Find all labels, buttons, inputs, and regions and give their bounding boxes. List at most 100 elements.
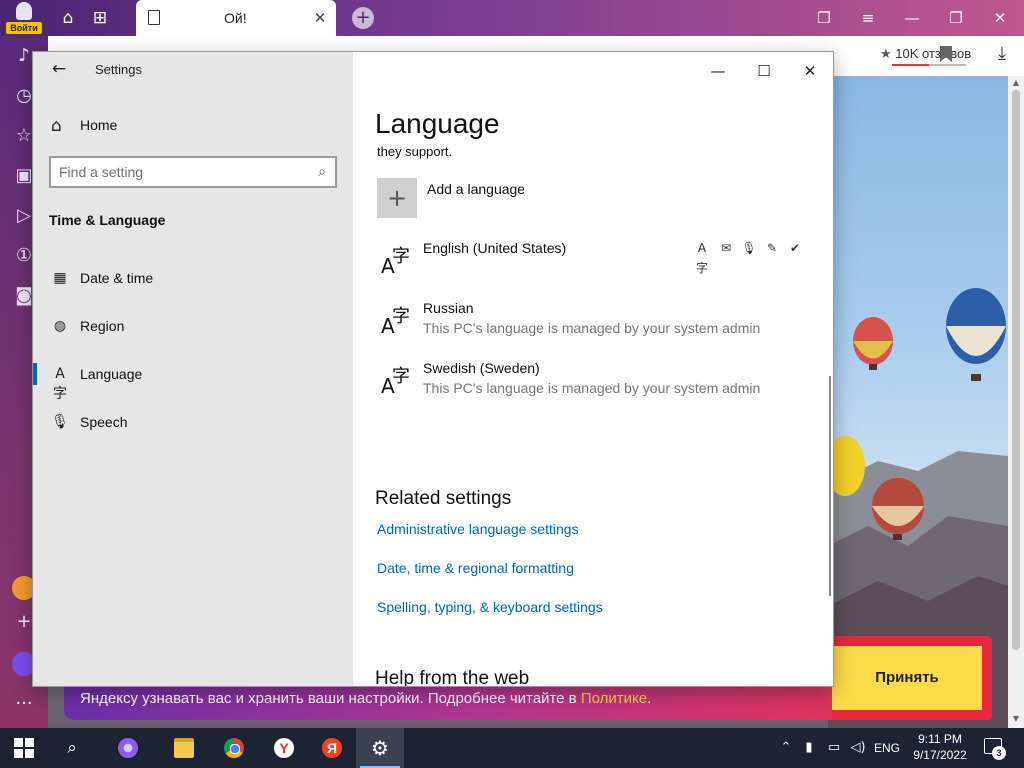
admin-language-settings-link[interactable]: Administrative language settings (377, 521, 579, 537)
language-feature-icons: A字 ✉ 🎙 ✎ ✔ (693, 238, 805, 275)
taskbar-search-button[interactable]: ⌕ (48, 728, 96, 768)
close-icon[interactable]: ✕ (787, 56, 833, 86)
clock-date: 9/17/2022 (913, 748, 967, 762)
action-center-button[interactable]: 3 (980, 736, 1008, 760)
handwriting-icon: ✎ (766, 241, 778, 255)
chrome-icon (224, 738, 244, 758)
minimize-icon[interactable]: — (900, 6, 924, 30)
cookie-consent-banner: Яндексу узнавать вас и хранить ваши наст… (64, 684, 832, 720)
tray-overflow-chevron-icon[interactable]: ⌃ (778, 738, 794, 758)
taskbar-alice[interactable] (104, 728, 152, 768)
taskbar-yandex[interactable]: Я (308, 728, 356, 768)
cookie-consent-text: Яндексу узнавать вас и хранить ваши наст… (80, 690, 651, 707)
settings-search-box[interactable]: ⌕ (49, 156, 337, 188)
tray-volume-icon[interactable]: ◁) (850, 738, 866, 758)
language-note: This PC's language is managed by your sy… (423, 380, 761, 396)
keyboard-settings-link[interactable]: Spelling, typing, & keyboard settings (377, 599, 603, 615)
language-glyph-icon: A字 (381, 306, 410, 338)
yandex-browser-icon: Y (274, 738, 294, 758)
nav-home[interactable]: ⌂ Home (47, 114, 337, 138)
related-settings-title: Related settings (375, 488, 512, 509)
document-icon (148, 10, 160, 25)
taskbar-yandex-browser[interactable]: Y (260, 728, 308, 768)
menu-icon[interactable]: ≡ (856, 6, 880, 30)
taskbar-settings[interactable]: ⚙ (356, 728, 404, 768)
gear-icon: ⚙ (371, 736, 389, 760)
nav-item-label: Speech (80, 414, 128, 430)
language-name: Swedish (Sweden) (423, 360, 540, 376)
taskbar-clock[interactable]: 9:11 PM 9/17/2022 (908, 731, 972, 765)
search-icon: ⌕ (67, 738, 77, 758)
taskbar-chrome[interactable] (210, 728, 258, 768)
add-language-button[interactable]: + Add a language (377, 178, 677, 218)
taskbar-file-explorer[interactable] (160, 728, 208, 768)
nav-item-language[interactable]: A字 Language (33, 354, 353, 402)
close-browser-icon[interactable]: ✕ (988, 6, 1012, 30)
back-arrow-icon[interactable]: ← (47, 58, 71, 80)
add-tab-group-icon[interactable]: ⊞ (88, 6, 112, 30)
restore-icon[interactable]: ❐ (944, 6, 968, 30)
text-to-speech-icon: ✉ (720, 241, 732, 255)
close-tab-icon[interactable]: ✕ (310, 6, 330, 30)
nav-item-region[interactable]: ◍ Region (33, 306, 353, 346)
help-from-web-title: Help from the web (375, 668, 530, 686)
language-icon: A字 (53, 366, 67, 402)
plus-icon: + (377, 178, 417, 218)
accept-cookies-button[interactable]: Принять (832, 646, 982, 710)
language-name: English (United States) (423, 240, 567, 256)
scroll-up-icon[interactable]: ▲ (1008, 76, 1024, 90)
home-icon: ⌂ (51, 116, 62, 136)
calendar-clock-icon: ▦ (53, 270, 67, 286)
page-scrollbar[interactable]: ▲ ▼ (1008, 76, 1024, 728)
start-button[interactable] (0, 728, 48, 768)
search-input[interactable] (59, 162, 299, 182)
content-scrollbar[interactable] (829, 376, 831, 596)
settings-nav-pane: ← Settings ⌂ Home ⌕ Time & Language ▦ Da… (33, 52, 353, 686)
windows-logo-icon (14, 738, 34, 758)
display-language-icon: A字 (695, 241, 708, 275)
nav-item-label: Date & time (80, 270, 154, 286)
tray-microphone-icon[interactable]: ▮ (802, 738, 816, 758)
policy-link[interactable]: Политике (581, 690, 647, 707)
language-item-russian[interactable]: A字 Russian This PC's language is managed… (377, 298, 807, 352)
download-icon[interactable]: ⤓ (990, 42, 1014, 66)
home-tab-icon[interactable]: ⌂ (56, 6, 80, 30)
language-item-swedish[interactable]: A字 Swedish (Sweden) This PC's language i… (377, 358, 807, 412)
support-text: they support. (377, 144, 453, 159)
nav-item-date-time[interactable]: ▦ Date & time (33, 258, 353, 298)
language-name: Russian (423, 300, 474, 316)
spellcheck-icon: ✔ (789, 241, 801, 255)
notification-count: 3 (992, 746, 1006, 760)
reviews-badge[interactable]: ★ 10K отзывов (880, 46, 971, 68)
language-glyph-icon: A字 (381, 246, 410, 278)
nav-item-speech[interactable]: 🎙 Speech (33, 402, 353, 442)
input-language-indicator[interactable]: ENG (872, 738, 902, 758)
add-language-label: Add a language (427, 181, 526, 197)
scroll-thumb[interactable] (1012, 90, 1020, 650)
search-icon[interactable]: ⌕ (313, 162, 331, 182)
language-note: This PC's language is managed by your sy… (423, 320, 761, 336)
globe-icon: ◍ (53, 318, 67, 334)
language-glyph-icon: A字 (381, 366, 410, 398)
microphone-icon: 🎙 (51, 414, 69, 430)
browser-tab-active[interactable]: Ой! ✕ (136, 0, 336, 36)
browser-tab-bar: Войти ⌂ ⊞ Ой! ✕ + ❐ ≡ — ❐ ✕ (0, 0, 1024, 36)
more-icon[interactable]: ··· (12, 692, 36, 716)
collections-icon[interactable]: ❐ (812, 6, 836, 30)
tray-network-icon[interactable]: ▭ (826, 738, 842, 758)
login-button[interactable]: Войти (6, 2, 42, 34)
nav-item-label: Region (80, 318, 125, 334)
speech-recognition-icon: 🎙 (741, 241, 757, 255)
maximize-icon[interactable]: ☐ (741, 56, 787, 86)
new-tab-button[interactable]: + (352, 7, 374, 29)
settings-window: ← Settings ⌂ Home ⌕ Time & Language ▦ Da… (33, 52, 833, 686)
settings-content: — ☐ ✕ Language they support. + Add a lan… (353, 52, 833, 686)
regional-formatting-link[interactable]: Date, time & regional formatting (377, 560, 574, 576)
yandex-icon: Я (322, 738, 342, 758)
language-item-english[interactable]: A字 English (United States) A字 ✉ 🎙 ✎ ✔ (377, 238, 807, 292)
user-avatar-icon (16, 2, 32, 20)
minimize-icon[interactable]: — (695, 56, 741, 86)
cookie-text-body: Яндексу узнавать вас и хранить ваши наст… (80, 690, 581, 707)
folder-icon (174, 738, 194, 758)
scroll-down-icon[interactable]: ▼ (1008, 712, 1024, 726)
